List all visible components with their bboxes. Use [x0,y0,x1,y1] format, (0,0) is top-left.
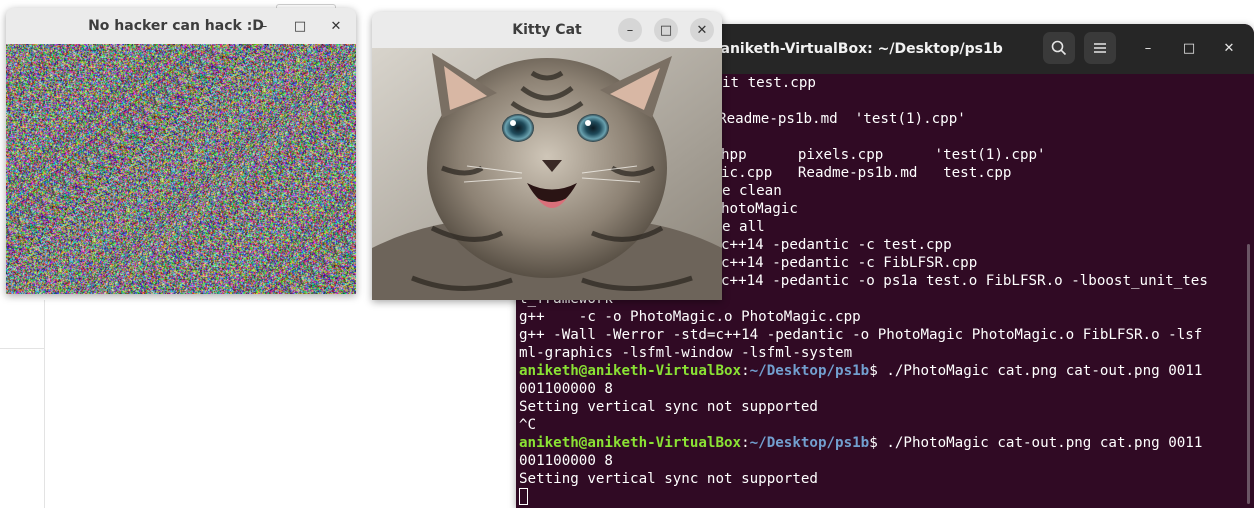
terminal-cursor-line[interactable] [519,488,1254,506]
background-divider [44,300,45,508]
minimize-icon: – [626,22,634,38]
output-text: hpp pixels.cpp 'test(1).cpp' [721,147,1046,163]
encrypted-noise-image [6,44,356,294]
terminal-line: c++14 -pedantic -c FibLFSR.cpp [721,254,1254,272]
terminal-scrollbar[interactable] [1247,244,1250,504]
prompt-separator: : [741,363,750,379]
command-text: $ ./PhotoMagic cat-out.png cat.png 0011 [869,435,1203,451]
close-button[interactable]: ✕ [1217,36,1241,60]
terminal-line: hpp pixels.cpp 'test(1).cpp' [721,146,1254,164]
search-button[interactable] [1043,32,1075,64]
maximize-button[interactable]: □ [654,18,678,42]
command-text: $ ./PhotoMagic cat.png cat-out.png 0011 [869,363,1203,379]
output-text: Setting vertical sync not supported [519,471,818,487]
output-text: Readme-ps1b.md 'test(1).cpp' [701,111,966,127]
prompt-path: ~/Desktop/ps1b [749,435,870,451]
prompt-path: ~/Desktop/ps1b [749,363,870,379]
output-text: hotoMagic [721,201,798,217]
terminal-line: ic.cpp Readme-ps1b.md test.cpp [721,164,1254,182]
close-button[interactable]: ✕ [690,18,714,42]
terminal-line: aniketh@aniketh-VirtualBox:~/Desktop/ps1… [519,362,1254,380]
minimize-button[interactable]: – [252,14,276,38]
close-icon: ✕ [696,22,708,38]
terminal-line: g++ -c -o PhotoMagic.o PhotoMagic.cpp [519,308,1254,326]
terminal-line: c++14 -pedantic -o ps1a test.o FibLFSR.o… [721,272,1254,290]
output-text: Setting vertical sync not supported [519,399,818,415]
text-cursor [519,488,528,505]
noise-window-title: No hacker can hack :D [88,18,264,34]
noise-titlebar[interactable]: No hacker can hack :D – □ ✕ [6,8,356,44]
terminal-line: aniketh@aniketh-VirtualBox:~/Desktop/ps1… [519,434,1254,452]
terminal-line: Readme-ps1b.md 'test(1).cpp' [701,110,1254,128]
kitty-cat-window[interactable]: Kitty Cat – □ ✕ [372,12,722,300]
output-text: g++ -Wall -Werror -std=c++14 -pedantic -… [519,327,1203,343]
terminal-line: ^C [519,416,1254,434]
output-text: c++14 -pedantic -c test.cpp [721,237,952,253]
output-text: 001100000 8 [519,381,613,397]
output-text: c++14 -pedantic -o ps1a test.o FibLFSR.o… [721,273,1208,289]
kitten-photo [372,48,722,300]
kitty-titlebar[interactable]: Kitty Cat – □ ✕ [372,12,722,48]
minimize-button[interactable]: – [618,18,642,42]
maximize-button[interactable]: □ [1177,36,1201,60]
terminal-line: 001100000 8 [519,452,1254,470]
minimize-button[interactable]: – [1136,36,1160,60]
output-text: ml-graphics -lsfml-window -lsfml-system [519,345,853,361]
output-text: ^C [519,417,537,433]
maximize-icon: □ [659,22,673,38]
terminal-line: hotoMagic [721,200,1254,218]
terminal-line: Setting vertical sync not supported [519,470,1254,488]
search-icon [1051,40,1067,56]
output-text: g++ -c -o PhotoMagic.o PhotoMagic.cpp [519,309,861,325]
output-text: 001100000 8 [519,453,613,469]
prompt-user-host: aniketh@aniketh-VirtualBox [519,363,742,379]
terminal-line: 001100000 8 [519,380,1254,398]
background-divider [0,348,44,349]
output-text: ic.cpp Readme-ps1b.md test.cpp [721,165,1012,181]
output-text: c++14 -pedantic -c FibLFSR.cpp [721,255,978,271]
terminal-line: ml-graphics -lsfml-window -lsfml-system [519,344,1254,362]
menu-button[interactable] [1084,32,1116,64]
maximize-icon: □ [293,18,307,34]
terminal-line: Setting vertical sync not supported [519,398,1254,416]
close-icon: ✕ [330,18,342,34]
prompt-user-host: aniketh@aniketh-VirtualBox [519,435,742,451]
close-icon: ✕ [1223,40,1235,56]
hamburger-icon [1094,43,1106,53]
prompt-separator: : [741,435,750,451]
maximize-button[interactable]: □ [288,14,312,38]
terminal-line: c++14 -pedantic -c test.cpp [721,236,1254,254]
minimize-icon: – [1144,40,1152,56]
noise-image-window[interactable]: No hacker can hack :D – □ ✕ [6,8,356,294]
kitty-window-title: Kitty Cat [512,22,582,38]
close-button[interactable]: ✕ [324,14,348,38]
terminal-line: g++ -Wall -Werror -std=c++14 -pedantic -… [519,326,1254,344]
minimize-icon: – [260,18,268,34]
maximize-icon: □ [1182,40,1196,56]
